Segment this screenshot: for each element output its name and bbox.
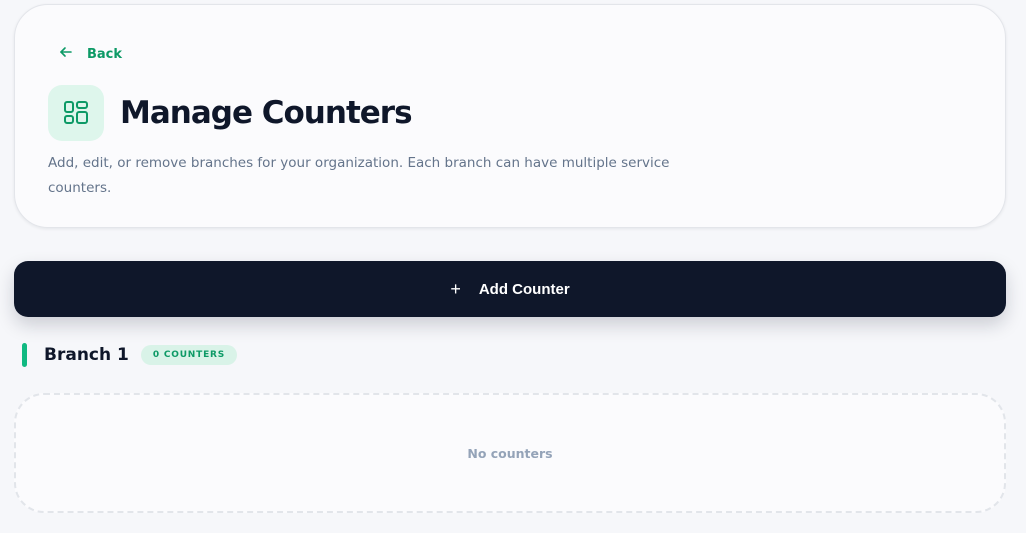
arrow-left-icon — [59, 45, 73, 63]
add-counter-button[interactable]: + Add Counter — [14, 261, 1006, 317]
dashboard-grid-icon — [48, 85, 104, 141]
counter-count-badge: 0 COUNTERS — [140, 345, 238, 365]
back-link[interactable]: Back — [59, 45, 122, 63]
branch-name: Branch 1 — [44, 345, 129, 365]
branch-accent-bar — [22, 343, 27, 367]
title-row: Manage Counters — [48, 85, 413, 141]
empty-state-text: No counters — [467, 445, 553, 461]
page-title: Manage Counters — [120, 95, 413, 131]
plus-icon: + — [450, 279, 461, 299]
empty-counters-placeholder: No counters — [14, 393, 1006, 513]
add-counter-label: Add Counter — [478, 280, 570, 298]
page-subtitle: Add, edit, or remove branches for your o… — [48, 155, 670, 196]
page-header-card: Back Manage Counters Add, edit, or remov… — [14, 4, 1006, 228]
back-label: Back — [87, 46, 123, 62]
branch-header: Branch 1 0 COUNTERS — [22, 343, 238, 367]
